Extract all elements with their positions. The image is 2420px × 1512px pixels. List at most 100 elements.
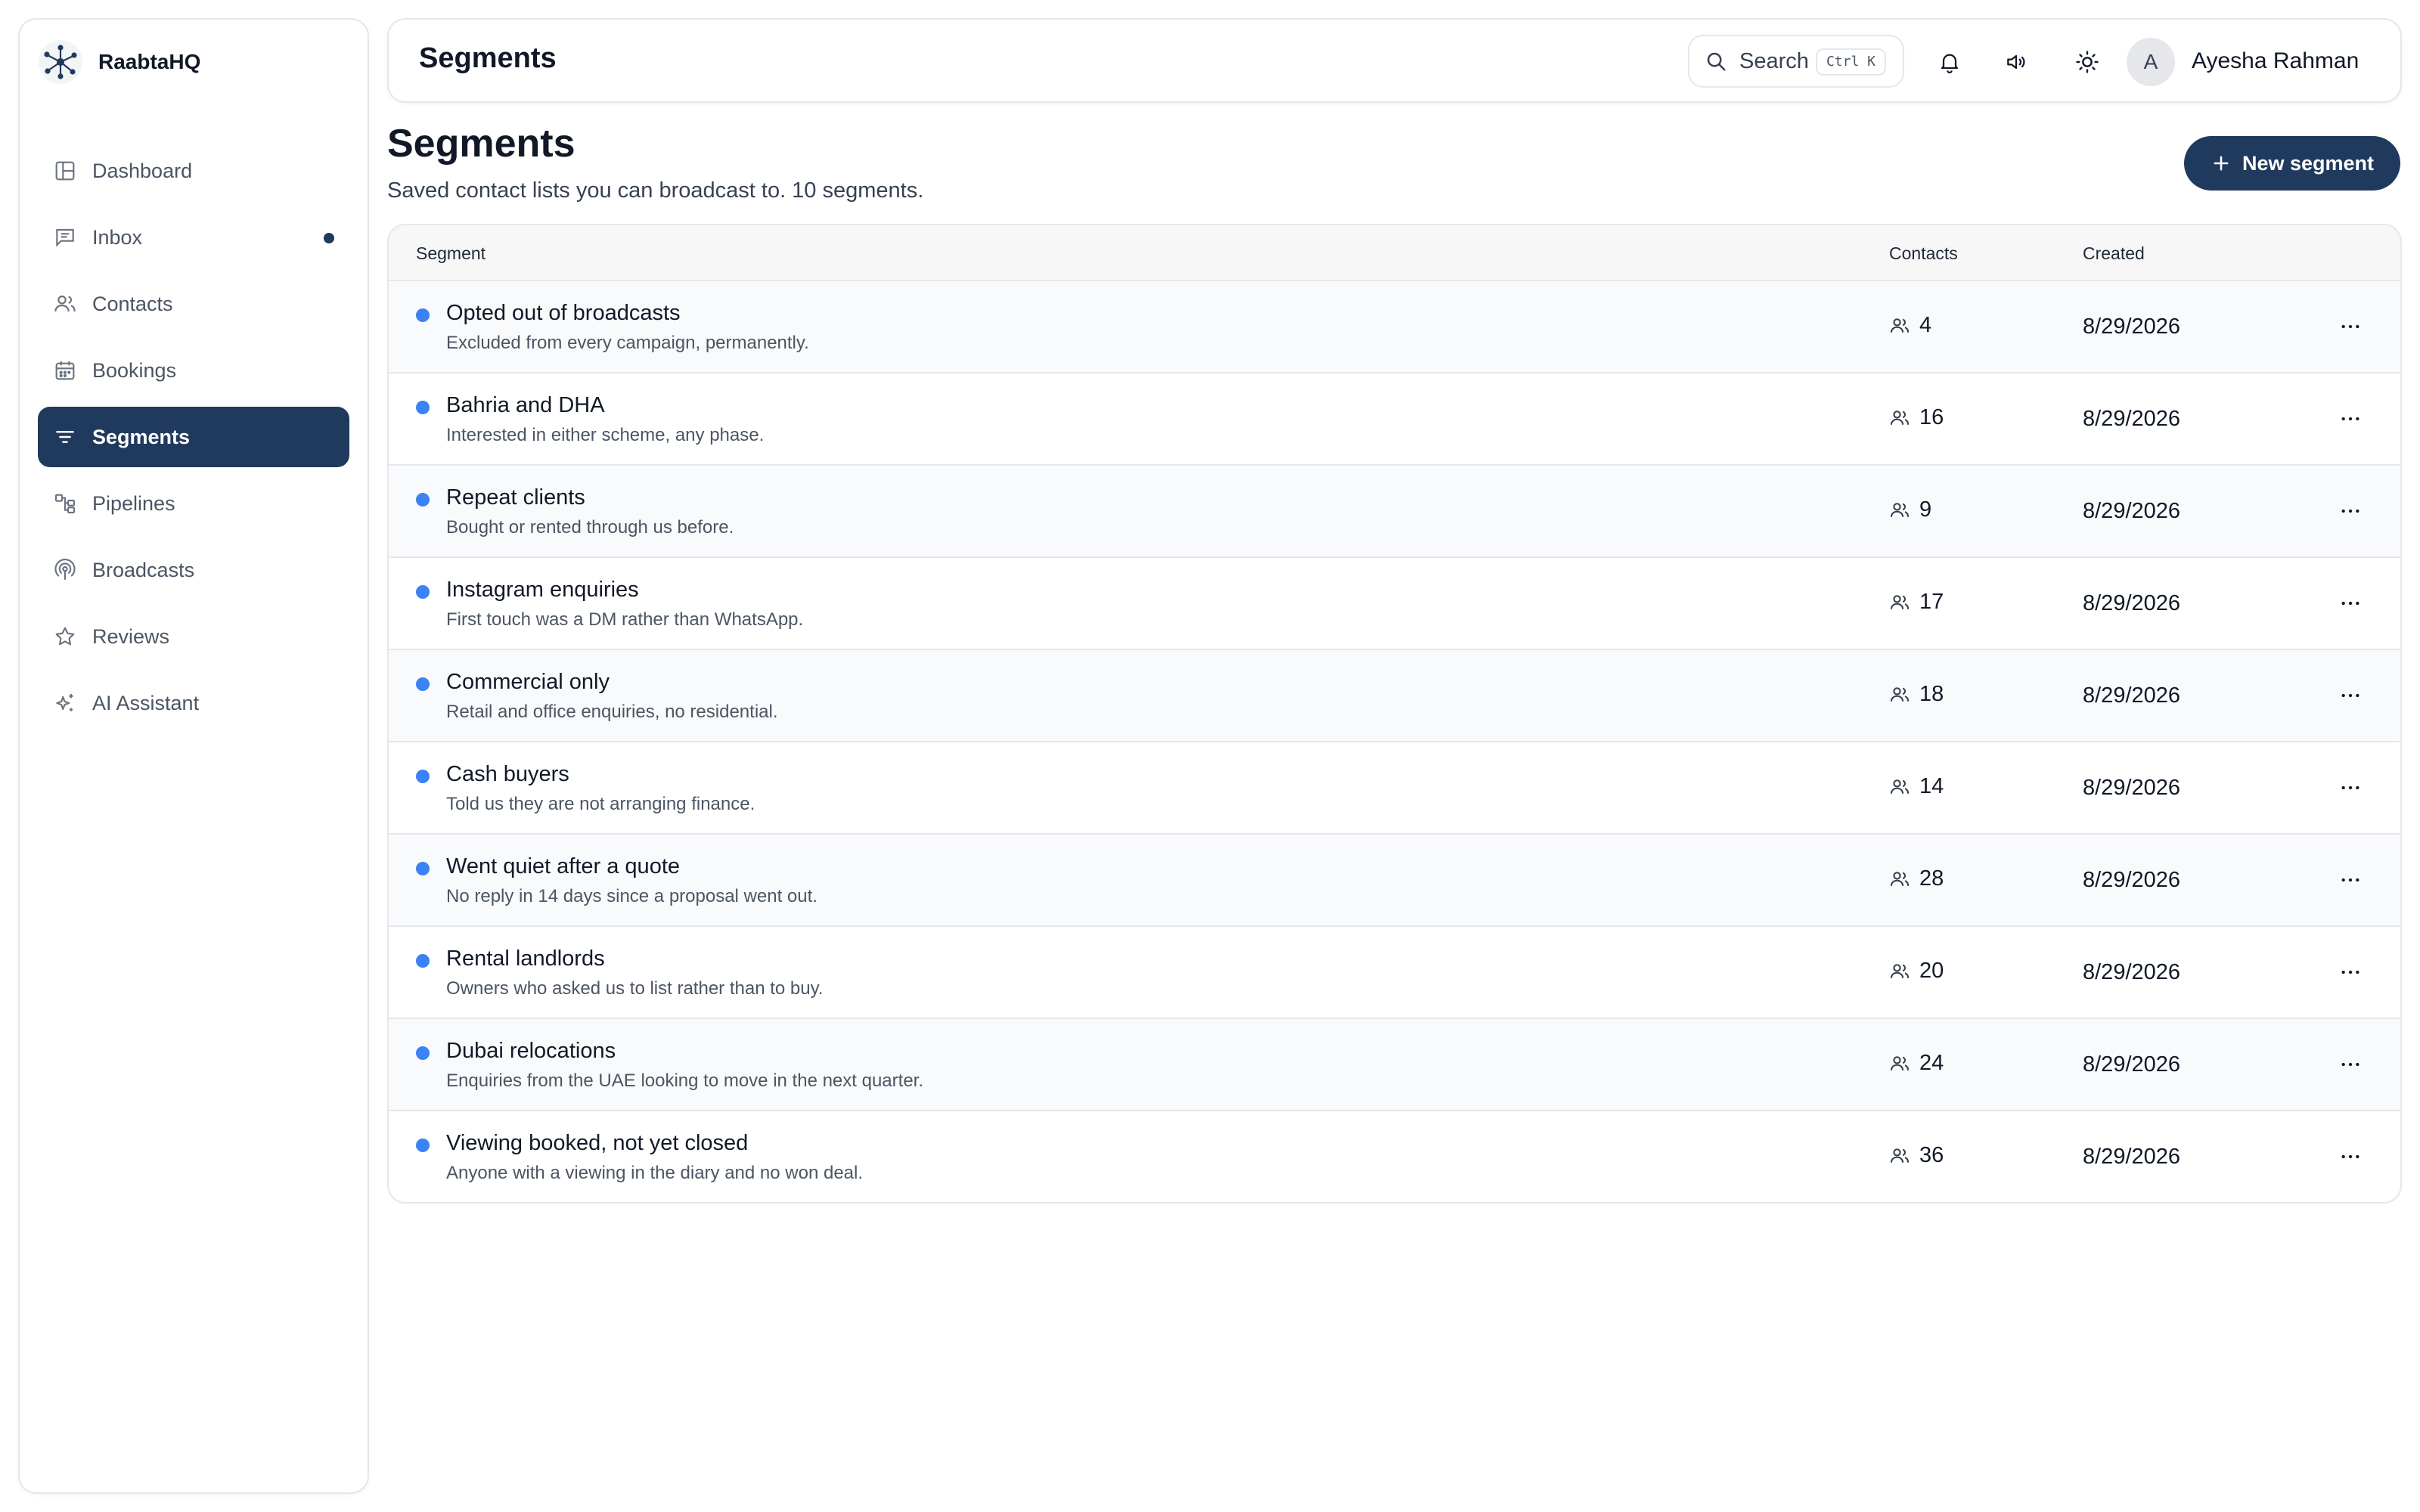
- sidebar-item-segments[interactable]: Segments: [38, 407, 349, 467]
- contacts-count: 4: [1889, 313, 1931, 338]
- table-row[interactable]: Repeat clients Bought or rented through …: [389, 466, 2400, 558]
- more-options-icon[interactable]: [2335, 311, 2366, 342]
- table-row[interactable]: Rental landlords Owners who asked us to …: [389, 927, 2400, 1019]
- more-options-icon[interactable]: [2335, 496, 2366, 526]
- segment-name[interactable]: Rental landlords: [446, 947, 605, 971]
- users-icon: [1889, 684, 1910, 705]
- contacts-count: 28: [1889, 866, 1944, 891]
- more-options-icon[interactable]: [2335, 1142, 2366, 1172]
- avatar[interactable]: A: [2127, 38, 2175, 86]
- table-row[interactable]: Bahria and DHA Interested in either sche…: [389, 373, 2400, 466]
- layout-icon: [53, 159, 77, 183]
- table-row[interactable]: Went quiet after a quote No reply in 14 …: [389, 835, 2400, 927]
- users-icon: [1889, 961, 1910, 982]
- table-row[interactable]: Dubai relocations Enquiries from the UAE…: [389, 1019, 2400, 1111]
- segment-status-dot: [416, 677, 430, 691]
- segment-status-dot: [416, 1046, 430, 1060]
- segment-description: Owners who asked us to list rather than …: [446, 978, 824, 999]
- column-header-created[interactable]: Created: [2083, 243, 2145, 264]
- segment-name[interactable]: Opted out of broadcasts: [446, 301, 681, 326]
- users-icon: [1889, 407, 1910, 429]
- segment-description: No reply in 14 days since a proposal wen…: [446, 886, 818, 906]
- contacts-count-value: 16: [1919, 405, 1944, 429]
- created-date: 8/29/2026: [2083, 683, 2181, 708]
- segment-status-dot: [416, 493, 430, 507]
- segment-status-dot: [416, 954, 430, 968]
- column-header-contacts[interactable]: Contacts: [1889, 243, 1958, 264]
- user-name[interactable]: Ayesha Rahman: [2192, 48, 2359, 74]
- speaker-icon[interactable]: [1998, 44, 2034, 80]
- contacts-count: 36: [1889, 1143, 1944, 1168]
- sun-icon[interactable]: [2069, 44, 2105, 80]
- contacts-count: 17: [1889, 590, 1944, 615]
- sidebar-item-contacts[interactable]: Contacts: [38, 274, 349, 334]
- more-options-icon[interactable]: [2335, 865, 2366, 895]
- users-icon: [1889, 592, 1910, 613]
- brand[interactable]: RaabtaHQ: [38, 39, 200, 85]
- segment-status-dot: [416, 770, 430, 783]
- table-row[interactable]: Cash buyers Told us they are not arrangi…: [389, 742, 2400, 835]
- contacts-count-value: 18: [1919, 682, 1944, 706]
- message-icon: [53, 225, 77, 249]
- workflow-icon: [53, 491, 77, 516]
- contacts-count-value: 24: [1919, 1051, 1944, 1075]
- created-date: 8/29/2026: [2083, 1145, 2181, 1169]
- users-icon: [1889, 776, 1910, 798]
- sidebar-item-label: Inbox: [92, 225, 143, 249]
- segment-name[interactable]: Repeat clients: [446, 485, 585, 510]
- segment-name[interactable]: Went quiet after a quote: [446, 854, 680, 879]
- segment-description: Retail and office enquiries, no resident…: [446, 702, 778, 722]
- more-options-icon[interactable]: [2335, 773, 2366, 803]
- contacts-count: 16: [1889, 405, 1944, 430]
- table-row[interactable]: Instagram enquiries First touch was a DM…: [389, 558, 2400, 650]
- created-date: 8/29/2026: [2083, 1052, 2181, 1077]
- more-options-icon[interactable]: [2335, 404, 2366, 434]
- star-icon: [53, 624, 77, 649]
- created-date: 8/29/2026: [2083, 776, 2181, 800]
- new-segment-button[interactable]: New segment: [2184, 136, 2400, 191]
- segment-name[interactable]: Viewing booked, not yet closed: [446, 1131, 748, 1156]
- contacts-count-value: 9: [1919, 497, 1932, 522]
- more-options-icon[interactable]: [2335, 680, 2366, 711]
- column-header-segment[interactable]: Segment: [416, 243, 486, 264]
- sidebar-item-reviews[interactable]: Reviews: [38, 606, 349, 667]
- created-date: 8/29/2026: [2083, 868, 2181, 892]
- unread-indicator: [324, 233, 334, 243]
- sidebar-item-dashboard[interactable]: Dashboard: [38, 141, 349, 201]
- sidebar-item-bookings[interactable]: Bookings: [38, 340, 349, 401]
- contacts-count-value: 20: [1919, 959, 1944, 983]
- sidebar-item-label: Pipelines: [92, 491, 175, 515]
- page-subtitle: Saved contact lists you can broadcast to…: [387, 178, 924, 203]
- table-row[interactable]: Opted out of broadcasts Excluded from ev…: [389, 281, 2400, 373]
- segment-name[interactable]: Dubai relocations: [446, 1039, 616, 1064]
- table-row[interactable]: Commercial only Retail and office enquir…: [389, 650, 2400, 742]
- filter-icon: [53, 425, 77, 449]
- app-name: RaabtaHQ: [98, 50, 201, 73]
- segment-name[interactable]: Commercial only: [446, 670, 610, 695]
- contacts-count: 18: [1889, 682, 1944, 707]
- bell-icon[interactable]: [1931, 44, 1968, 80]
- more-options-icon[interactable]: [2335, 1049, 2366, 1080]
- segment-description: Interested in either scheme, any phase.: [446, 425, 765, 445]
- created-date: 8/29/2026: [2083, 407, 2181, 431]
- top-bar: Segments Search Ctrl K A Ayesha Rahman: [387, 18, 2402, 103]
- created-date: 8/29/2026: [2083, 591, 2181, 615]
- more-options-icon[interactable]: [2335, 957, 2366, 987]
- page-title: Segments: [387, 122, 576, 166]
- sidebar-item-label: AI Assistant: [92, 691, 200, 714]
- contacts-count: 14: [1889, 774, 1944, 799]
- table-row[interactable]: Viewing booked, not yet closed Anyone wi…: [389, 1111, 2400, 1202]
- sidebar-item-ai-assistant[interactable]: AI Assistant: [38, 673, 349, 733]
- segment-name[interactable]: Cash buyers: [446, 762, 569, 787]
- search-button[interactable]: Search Ctrl K: [1688, 35, 1904, 88]
- created-date: 8/29/2026: [2083, 314, 2181, 339]
- users-icon: [53, 292, 77, 316]
- more-options-icon[interactable]: [2335, 588, 2366, 618]
- sidebar-item-broadcasts[interactable]: Broadcasts: [38, 540, 349, 600]
- sidebar-item-pipelines[interactable]: Pipelines: [38, 473, 349, 534]
- contacts-count-value: 36: [1919, 1143, 1944, 1167]
- sidebar-item-inbox[interactable]: Inbox: [38, 207, 349, 268]
- segment-name[interactable]: Bahria and DHA: [446, 393, 605, 418]
- segment-name[interactable]: Instagram enquiries: [446, 578, 639, 603]
- segment-description: Anyone with a viewing in the diary and n…: [446, 1163, 864, 1183]
